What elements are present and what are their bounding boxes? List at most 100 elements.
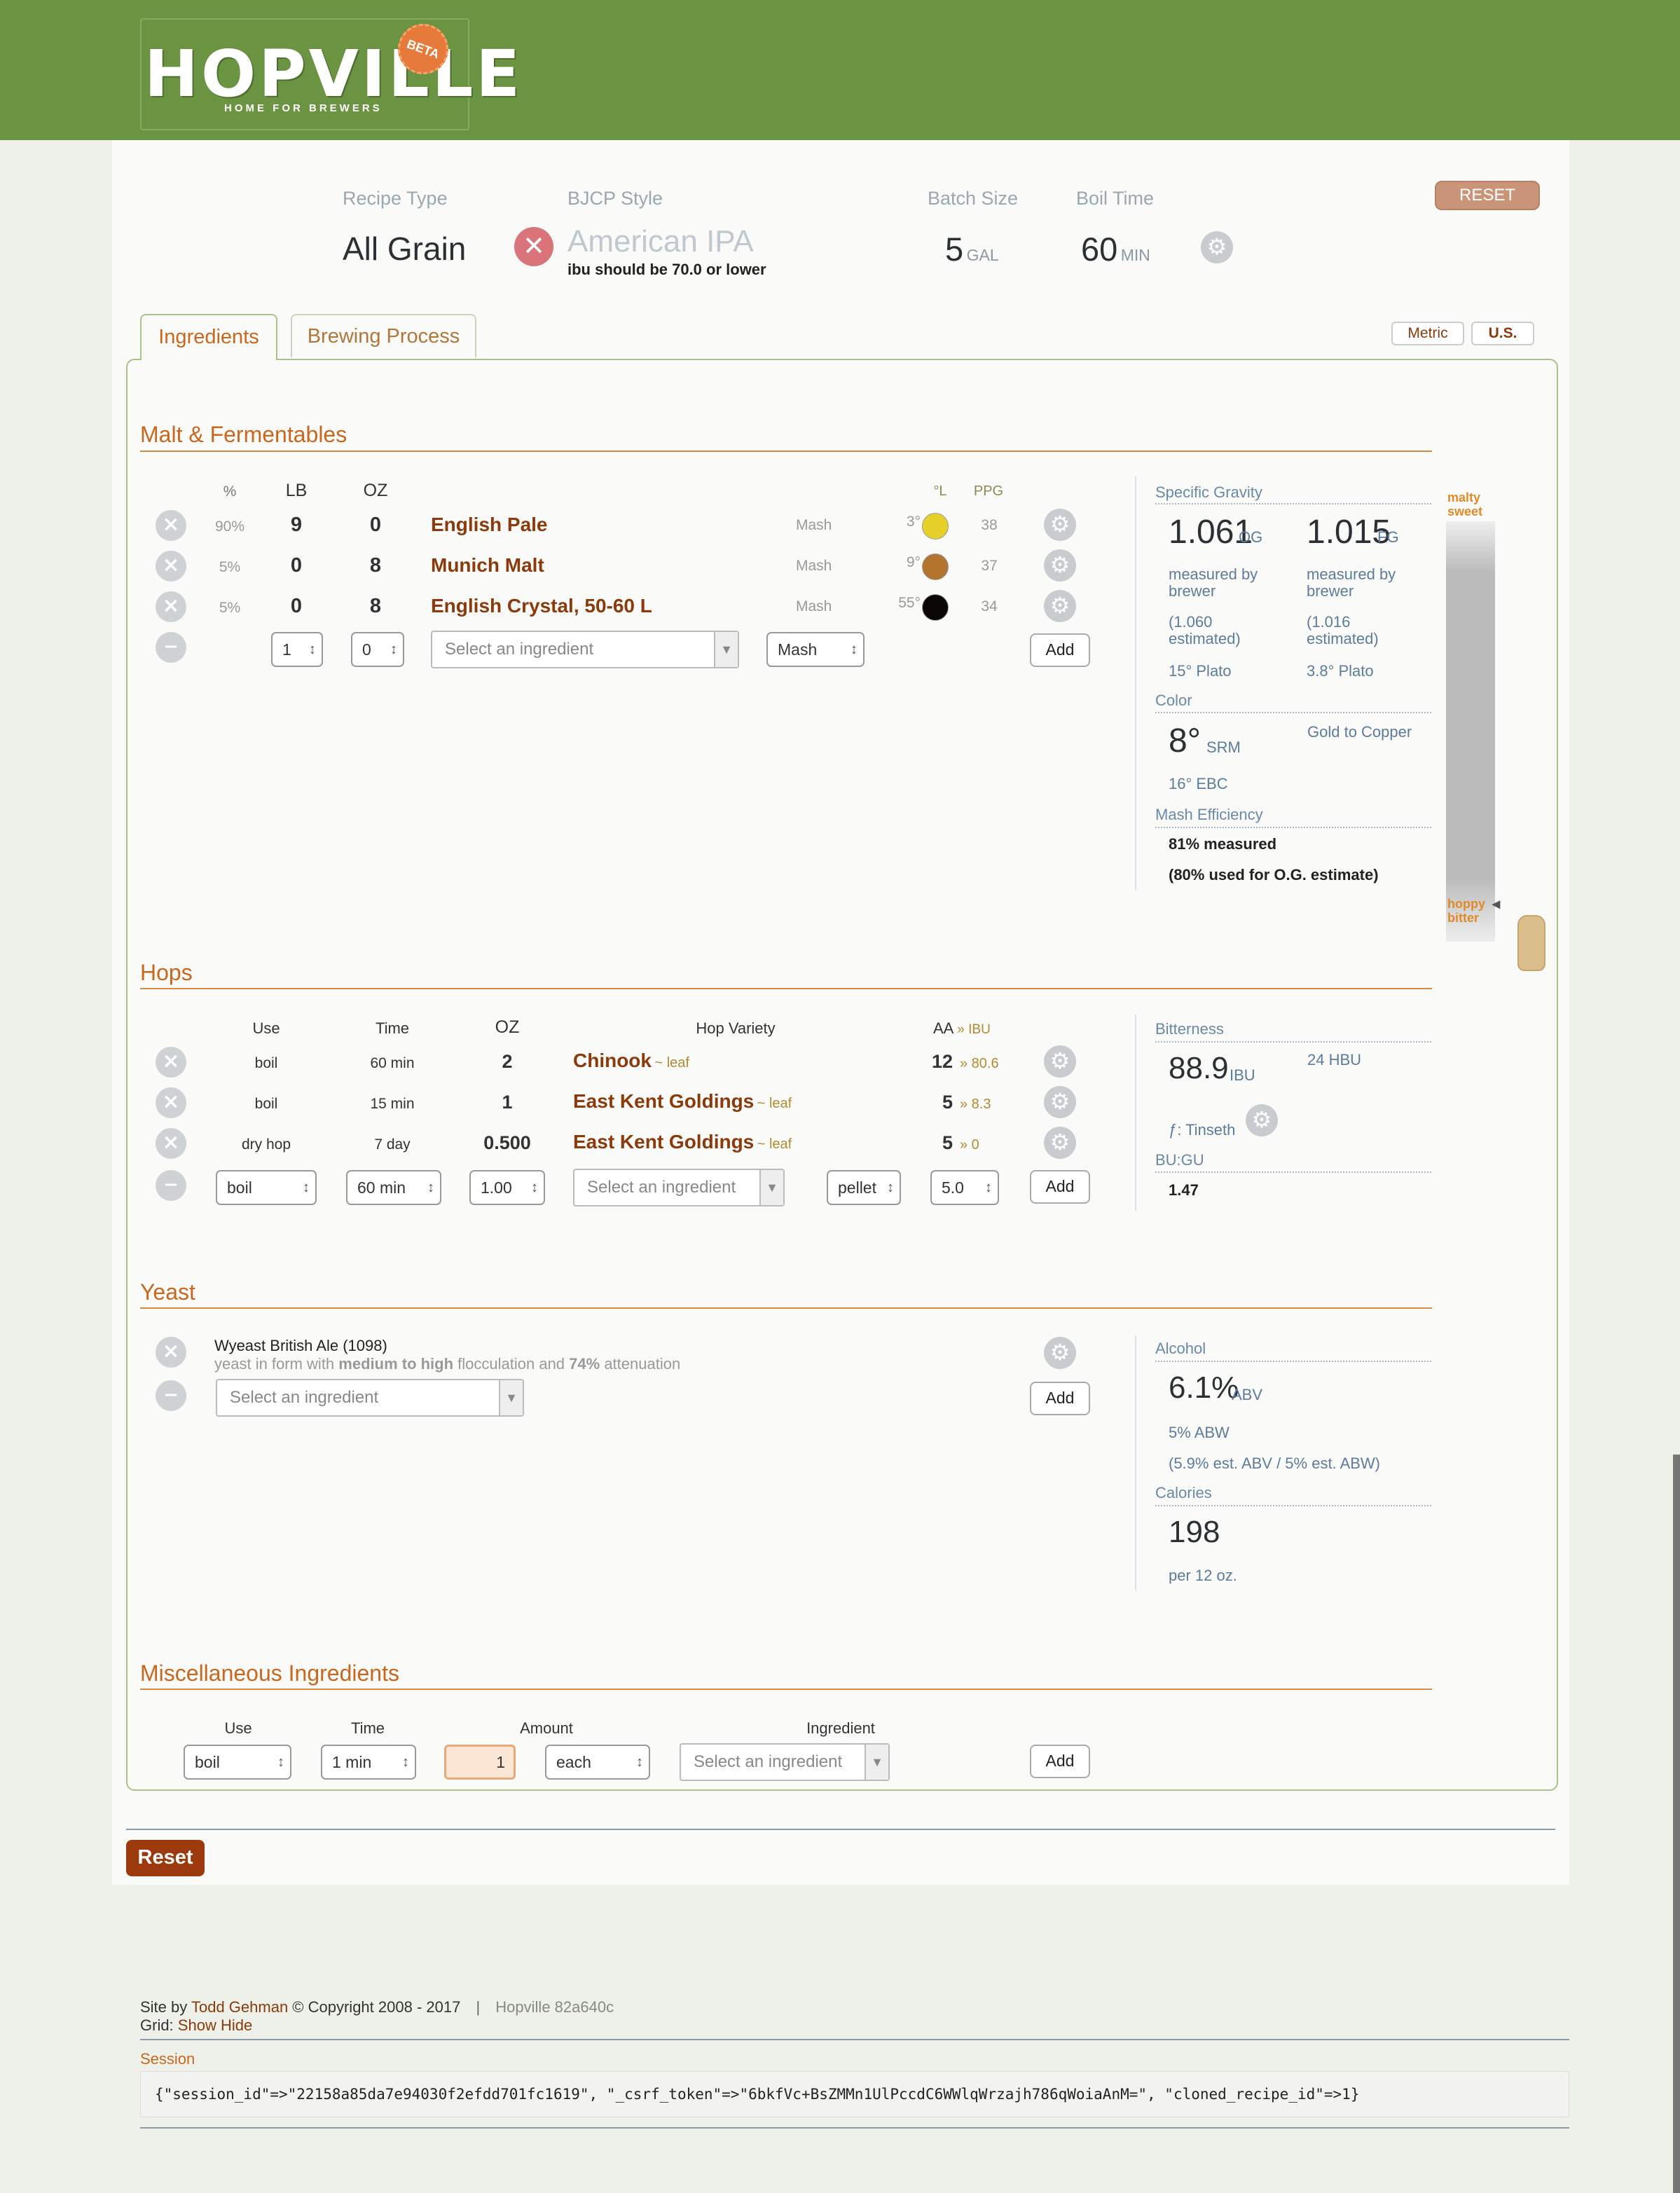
misc-amount-input[interactable]: 1	[444, 1745, 516, 1780]
hop-aa[interactable]: 5	[918, 1132, 953, 1154]
add-yeast-button[interactable]: Add	[1030, 1382, 1090, 1415]
malt-lb[interactable]: 0	[279, 554, 314, 577]
hop-add-use-select[interactable]: boil	[216, 1170, 317, 1205]
malt-ingredient-combobox[interactable]: Select an ingredient ▼	[431, 631, 739, 668]
chevron-down-icon[interactable]: ▼	[865, 1745, 888, 1780]
malt-use[interactable]: Mash	[796, 558, 832, 575]
yeast-add-row-icon: −	[156, 1380, 186, 1411]
remove-yeast-icon[interactable]: ×	[156, 1337, 186, 1368]
reset-recipe-button[interactable]: RESET	[1435, 181, 1540, 210]
malt-settings-gear-icon[interactable]: ⚙	[1044, 509, 1076, 541]
malt-add-use-select[interactable]: Mash	[766, 632, 865, 667]
scrollbar-thumb[interactable]	[1673, 1455, 1680, 2193]
ibu-formula[interactable]: ƒ: Tinseth	[1169, 1121, 1235, 1139]
recipe-type-value[interactable]: All Grain	[343, 230, 466, 268]
version-text: Hopville 82a640c	[495, 1998, 614, 2016]
reset-button[interactable]: Reset	[126, 1840, 205, 1876]
gravity-panel-divider	[1135, 476, 1136, 890]
add-hop-button[interactable]: Add	[1030, 1170, 1090, 1204]
hop-time[interactable]: 60 min	[350, 1055, 434, 1072]
hop-ingredient-combobox[interactable]: Select an ingredient ▼	[573, 1169, 785, 1207]
hops-oz-header: OZ	[495, 1017, 520, 1037]
hop-name-cell[interactable]: East Kent Goldings ~ leaf	[573, 1131, 792, 1153]
metric-toggle[interactable]: Metric	[1391, 322, 1464, 345]
misc-time-select[interactable]: 1 min	[321, 1745, 416, 1780]
malt-percent: 5%	[219, 600, 241, 616]
remove-malt-icon[interactable]: ×	[156, 551, 186, 582]
malt-oz[interactable]: 8	[356, 554, 395, 577]
style-error-icon: ✕	[514, 227, 553, 266]
malt-lb[interactable]: 9	[279, 514, 314, 537]
remove-hop-icon[interactable]: ×	[156, 1047, 186, 1078]
malt-oz[interactable]: 0	[356, 514, 395, 537]
hop-use[interactable]: boil	[224, 1055, 308, 1072]
hop-aa[interactable]: 12	[918, 1051, 953, 1073]
hop-settings-gear-icon[interactable]: ⚙	[1044, 1086, 1076, 1118]
chevron-down-icon[interactable]: ▼	[714, 632, 738, 667]
remove-malt-icon[interactable]: ×	[156, 591, 186, 622]
chevron-down-icon[interactable]: ▼	[499, 1380, 523, 1415]
grid-hide-link[interactable]: Hide	[221, 2016, 252, 2034]
malt-settings-gear-icon[interactable]: ⚙	[1044, 549, 1076, 582]
bitterness-panel-divider	[1135, 1015, 1136, 1211]
hop-aa[interactable]: 5	[918, 1092, 953, 1113]
remove-hop-icon[interactable]: ×	[156, 1087, 186, 1118]
malt-ppg: 38	[981, 517, 998, 533]
malt-add-lb-select[interactable]: 1	[271, 632, 323, 667]
malt-color-swatch	[922, 554, 949, 580]
hop-name-cell[interactable]: East Kent Goldings ~ leaf	[573, 1090, 792, 1113]
hop-use[interactable]: dry hop	[224, 1136, 308, 1153]
batch-size[interactable]: 5 GAL	[945, 230, 999, 268]
hop-add-row-icon: −	[156, 1170, 186, 1201]
hop-settings-gear-icon[interactable]: ⚙	[1044, 1045, 1076, 1078]
tab-ingredients[interactable]: Ingredients	[140, 314, 277, 360]
misc-use-select[interactable]: boil	[184, 1745, 291, 1780]
alcohol-rule	[1155, 1361, 1431, 1362]
remove-malt-icon[interactable]: ×	[156, 510, 186, 541]
site-by-text: Site by	[140, 1998, 191, 2016]
boil-time[interactable]: 60 MIN	[1081, 230, 1150, 268]
alcohol-estimate: (5.9% est. ABV / 5% est. ABW)	[1169, 1455, 1381, 1472]
malt-use[interactable]: Mash	[796, 517, 832, 534]
og-note: measured by brewer	[1169, 565, 1258, 600]
hop-add-aa-select[interactable]: 5.0	[930, 1170, 999, 1205]
yeast-ingredient-combobox[interactable]: Select an ingredient ▼	[216, 1379, 524, 1417]
hop-oz[interactable]: 0.500	[469, 1132, 545, 1154]
specific-gravity-label: Specific Gravity	[1155, 483, 1262, 501]
hop-add-time-select[interactable]: 60 min	[346, 1170, 441, 1205]
hop-oz[interactable]: 2	[479, 1051, 535, 1073]
misc-ingredient-combobox[interactable]: Select an ingredient ▼	[680, 1743, 890, 1781]
add-malt-button[interactable]: Add	[1030, 633, 1090, 667]
hop-settings-gear-icon[interactable]: ⚙	[1044, 1127, 1076, 1159]
hop-add-oz-select[interactable]: 1.00	[469, 1170, 545, 1205]
tab-brewing-process[interactable]: Brewing Process	[291, 314, 476, 357]
hop-name-cell[interactable]: Chinook ~ leaf	[573, 1050, 689, 1072]
hop-oz[interactable]: 1	[479, 1092, 535, 1113]
malt-add-oz-select[interactable]: 0	[351, 632, 404, 667]
hop-add-form-select[interactable]: pellet	[827, 1170, 901, 1205]
abv-unit: ABV	[1232, 1386, 1263, 1403]
chevron-down-icon[interactable]: ▼	[759, 1170, 783, 1205]
author-link[interactable]: Todd Gehman	[191, 1998, 288, 2016]
malt-name[interactable]: English Crystal, 50-60 L	[431, 595, 652, 617]
grid-show-link[interactable]: Show	[178, 2016, 216, 2034]
malt-lb[interactable]: 0	[279, 595, 314, 618]
malt-name[interactable]: English Pale	[431, 514, 548, 536]
us-units-toggle[interactable]: U.S.	[1471, 322, 1534, 345]
bjcp-style-value[interactable]: American IPA	[567, 224, 754, 259]
yeast-name[interactable]: Wyeast British Ale (1098)	[214, 1337, 387, 1355]
malt-use[interactable]: Mash	[796, 598, 832, 615]
remove-hop-icon[interactable]: ×	[156, 1128, 186, 1159]
hop-use[interactable]: boil	[224, 1096, 308, 1113]
hop-time[interactable]: 7 day	[350, 1136, 434, 1153]
yeast-settings-gear-icon[interactable]: ⚙	[1044, 1337, 1076, 1369]
malt-oz[interactable]: 8	[356, 595, 395, 618]
recipe-settings-gear-icon[interactable]: ⚙	[1201, 231, 1233, 263]
formula-settings-gear-icon[interactable]: ⚙	[1246, 1104, 1278, 1136]
hop-time[interactable]: 15 min	[350, 1096, 434, 1113]
hopville-logo[interactable]: HOPVILLE HOME FOR BREWERS BETA	[140, 16, 520, 130]
malt-settings-gear-icon[interactable]: ⚙	[1044, 590, 1076, 622]
misc-unit-select[interactable]: each	[545, 1745, 650, 1780]
add-misc-button[interactable]: Add	[1030, 1745, 1090, 1778]
malt-name[interactable]: Munich Malt	[431, 554, 544, 577]
